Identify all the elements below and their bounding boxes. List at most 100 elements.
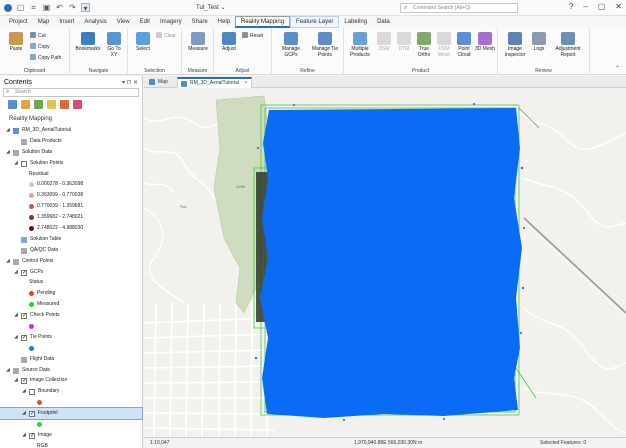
expand-arrow-icon[interactable]: ◢ bbox=[6, 256, 10, 267]
close-icon[interactable]: ✕ bbox=[615, 2, 622, 11]
tab-insert[interactable]: Insert bbox=[54, 16, 79, 28]
contents-search-input[interactable]: ⌕ Search bbox=[3, 88, 139, 97]
layer-visibility-checkbox[interactable] bbox=[29, 431, 35, 442]
undo-icon[interactable]: ↶ bbox=[55, 3, 64, 12]
tree-row[interactable]: ◢ Footprint bbox=[0, 407, 143, 420]
layer-visibility-checkbox[interactable] bbox=[29, 389, 35, 396]
layer-visibility-checkbox[interactable] bbox=[21, 268, 27, 278]
tab-map[interactable]: Map bbox=[33, 16, 55, 28]
tree-row[interactable] bbox=[0, 321, 142, 332]
tree-row[interactable]: ◢ Solution Points bbox=[0, 158, 142, 169]
tree-row[interactable]: ◢ Image Collection bbox=[0, 375, 142, 387]
tab-labeling[interactable]: Labeling bbox=[339, 16, 372, 28]
tree-row[interactable]: Measured bbox=[0, 299, 142, 310]
snapping-icon[interactable] bbox=[60, 99, 69, 109]
tree-row[interactable]: Flight Data bbox=[0, 354, 142, 365]
redo-icon[interactable]: ↷ bbox=[68, 3, 77, 12]
tree-row[interactable]: Solution Table bbox=[0, 234, 142, 245]
layer-visibility-checkbox[interactable] bbox=[21, 376, 27, 387]
tree-row[interactable]: ◢ Check Points bbox=[0, 310, 142, 322]
expand-arrow-icon[interactable]: ◢ bbox=[6, 125, 10, 136]
3d-mesh-button[interactable]: 3D Mesh bbox=[475, 32, 495, 52]
tab-feature-layer[interactable]: Feature Layer bbox=[290, 16, 340, 28]
tree-row[interactable]: 1.359682 - 2.748021 bbox=[0, 212, 142, 223]
layer-visibility-checkbox[interactable] bbox=[21, 160, 27, 167]
tree-row[interactable]: Status bbox=[0, 277, 142, 288]
tab-help[interactable]: Help bbox=[213, 16, 235, 28]
tree-row[interactable]: Residual bbox=[0, 169, 142, 180]
data-source-icon[interactable] bbox=[34, 99, 43, 109]
editing-icon[interactable] bbox=[47, 99, 56, 109]
select-button[interactable]: Select bbox=[132, 32, 154, 52]
tree-row[interactable]: ◢ Solution Data bbox=[0, 147, 142, 158]
contents-pane-controls[interactable]: ▾ ⊓ ✕ bbox=[122, 79, 138, 86]
tree-row[interactable]: QA/QC Data bbox=[0, 245, 142, 256]
open-folder-icon[interactable]: ⌗ bbox=[29, 3, 38, 12]
tree-row[interactable]: ◢ Control Points bbox=[0, 256, 142, 267]
tab-share[interactable]: Share bbox=[187, 16, 213, 28]
maximize-icon[interactable]: ▢ bbox=[598, 2, 606, 11]
tree-row[interactable]: 0.770039 - 1.359681 bbox=[0, 201, 142, 212]
multiple-products-button[interactable]: Multiple Products bbox=[347, 32, 373, 58]
adjust-button[interactable]: Adjust bbox=[218, 32, 240, 52]
map-scale[interactable]: 1:10,047 bbox=[150, 438, 169, 448]
layer-visibility-checkbox[interactable] bbox=[21, 311, 27, 322]
tree-row[interactable]: 0.363099 - 0.770038 bbox=[0, 190, 142, 201]
measure-button[interactable]: Measure bbox=[185, 32, 211, 52]
tree-row[interactable]: Data Products bbox=[0, 136, 142, 147]
expand-arrow-icon[interactable]: ◢ bbox=[14, 332, 18, 343]
copy-button[interactable]: Copy bbox=[30, 43, 50, 51]
tab-analysis[interactable]: Analysis bbox=[79, 16, 111, 28]
true-ortho-button[interactable]: True Ortho bbox=[415, 32, 433, 58]
tab-project[interactable]: Project bbox=[4, 16, 33, 28]
command-search-input[interactable]: ⌕ Command Search (Alt+Q) bbox=[400, 3, 518, 13]
tree-row[interactable]: ◢ GCPs bbox=[0, 267, 142, 279]
bookmarks-button[interactable]: Bookmarks bbox=[75, 32, 101, 52]
tab-reality-mapping[interactable]: Reality Mapping bbox=[235, 16, 291, 28]
map-canvas[interactable]: Griffith Park bbox=[144, 88, 626, 437]
cut-button[interactable]: Cut bbox=[30, 32, 46, 40]
expand-arrow-icon[interactable]: ◢ bbox=[6, 365, 10, 376]
adjustment-report-button[interactable]: Adjustment Report bbox=[550, 32, 586, 58]
expand-arrow-icon[interactable]: ◢ bbox=[22, 408, 26, 419]
draw-order-icon[interactable] bbox=[8, 99, 17, 109]
tree-row[interactable]: 0.000278 - 0.363098 bbox=[0, 179, 142, 190]
expand-arrow-icon[interactable]: ◢ bbox=[14, 158, 18, 169]
copy-path-button[interactable]: Copy Path bbox=[30, 54, 61, 62]
dsm-mesh-button[interactable]: DSM Mesh bbox=[435, 32, 453, 58]
labeling-icon[interactable] bbox=[73, 99, 82, 109]
dtm-button[interactable]: DTM bbox=[395, 32, 413, 52]
expand-arrow-icon[interactable]: ◢ bbox=[14, 310, 18, 321]
logs-button[interactable]: Logs bbox=[530, 32, 548, 52]
tab-view[interactable]: View bbox=[112, 16, 135, 28]
expand-arrow-icon[interactable]: ◢ bbox=[14, 375, 18, 386]
customize-toolbar-icon[interactable]: ▾ bbox=[81, 3, 90, 13]
tie-points-cluster[interactable] bbox=[260, 108, 522, 418]
layer-visibility-checkbox[interactable] bbox=[21, 333, 27, 344]
tab-imagery[interactable]: Imagery bbox=[155, 16, 187, 28]
tree-row[interactable]: ◢ Boundary bbox=[0, 386, 142, 397]
close-tab-icon[interactable]: × bbox=[244, 80, 247, 86]
manage-gcps-button[interactable]: Manage GCPs bbox=[276, 32, 306, 58]
tab-edit[interactable]: Edit bbox=[135, 16, 155, 28]
expand-arrow-icon[interactable]: ◢ bbox=[22, 430, 26, 441]
minimize-icon[interactable]: – bbox=[583, 2, 587, 11]
ribbon-collapse-icon[interactable]: ⌃ bbox=[615, 65, 620, 72]
tree-row[interactable]: 2.748022 - 4.988030 bbox=[0, 223, 142, 234]
reset-button[interactable]: Reset bbox=[242, 32, 263, 40]
tree-row[interactable]: ◢ Image bbox=[0, 430, 142, 442]
tree-row[interactable]: ◢ Source Data bbox=[0, 365, 142, 376]
project-title[interactable]: Tut_Test ⌄ bbox=[196, 4, 226, 11]
tree-row[interactable]: Pending bbox=[0, 288, 142, 299]
map-svg[interactable]: Griffith Park bbox=[144, 88, 626, 437]
save-icon[interactable]: ▣ bbox=[42, 3, 51, 12]
point-cloud-button[interactable]: Point Cloud bbox=[455, 32, 473, 58]
expand-arrow-icon[interactable]: ◢ bbox=[22, 386, 26, 397]
paste-button[interactable]: Paste bbox=[6, 32, 26, 52]
dsm-button[interactable]: DSM bbox=[375, 32, 393, 52]
expand-arrow-icon[interactable]: ◢ bbox=[14, 267, 18, 278]
expand-arrow-icon[interactable]: ◢ bbox=[6, 147, 10, 158]
new-project-icon[interactable]: ▢ bbox=[16, 3, 25, 12]
map-tab-map[interactable]: Map bbox=[146, 77, 172, 88]
tree-row[interactable] bbox=[0, 397, 142, 408]
